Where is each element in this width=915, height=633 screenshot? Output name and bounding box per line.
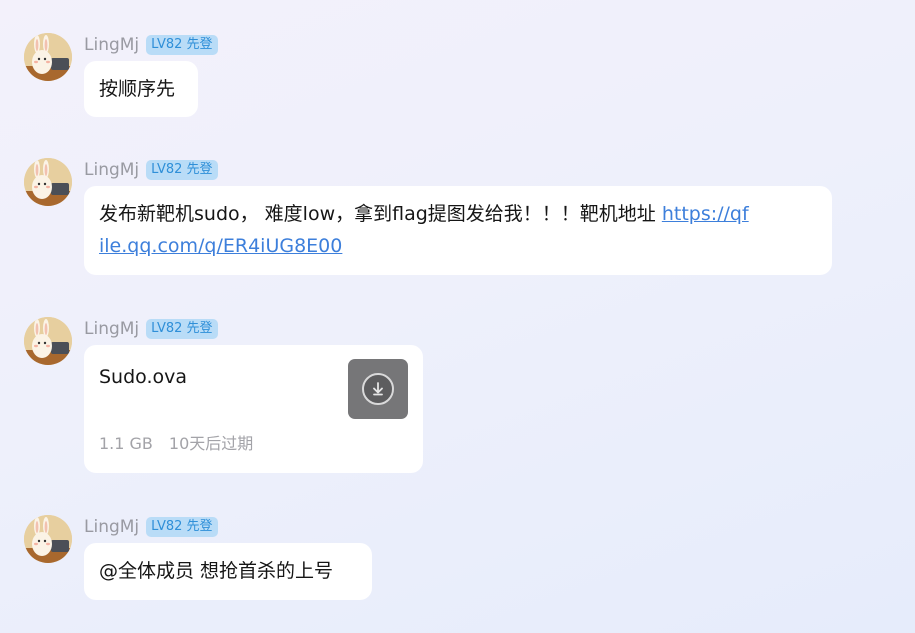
sender-row: LingMj LV82 先登	[84, 515, 218, 539]
avatar[interactable]	[24, 317, 72, 365]
level-badge: LV82 先登	[146, 319, 218, 339]
message-bubble[interactable]: 发布新靶机sudo， 难度low，拿到flag提图发给我！！！靶机地址 http…	[84, 186, 832, 275]
file-thumbnail[interactable]	[348, 359, 408, 419]
message-bubble[interactable]: @全体成员 想抢首杀的上号	[84, 543, 372, 600]
message-text: @全体成员 想抢首杀的上号	[99, 560, 334, 582]
file-card[interactable]: Sudo.ova 1.1 GB 10天后过期	[84, 345, 423, 473]
message-text: 发布新靶机sudo， 难度low，拿到flag提图发给我！！！靶机地址	[99, 203, 656, 225]
sender-name[interactable]: LingMj	[84, 35, 139, 55]
level-badge: LV82 先登	[146, 35, 218, 55]
sender-name[interactable]: LingMj	[84, 517, 139, 537]
file-size: 1.1 GB	[99, 434, 153, 453]
link-text-line1: https://qf	[661, 203, 749, 225]
avatar[interactable]	[24, 515, 72, 563]
download-icon[interactable]	[362, 373, 394, 405]
sender-row: LingMj LV82 先登	[84, 158, 218, 182]
link-text-line2: ile.qq.com/q/ER4iUG8E00	[99, 235, 343, 257]
level-badge: LV82 先登	[146, 517, 218, 537]
message-bubble[interactable]: 按顺序先	[84, 61, 198, 117]
sender-name[interactable]: LingMj	[84, 319, 139, 339]
message-text: 按顺序先	[99, 78, 176, 100]
file-name: Sudo.ova	[99, 366, 188, 388]
sender-name[interactable]: LingMj	[84, 160, 139, 180]
sender-row: LingMj LV82 先登	[84, 317, 218, 341]
sender-row: LingMj LV82 先登	[84, 33, 218, 57]
file-expiry: 10天后过期	[168, 434, 254, 453]
avatar[interactable]	[24, 33, 72, 81]
file-meta: 1.1 GB 10天后过期	[99, 432, 253, 456]
avatar[interactable]	[24, 158, 72, 206]
level-badge: LV82 先登	[146, 160, 218, 180]
